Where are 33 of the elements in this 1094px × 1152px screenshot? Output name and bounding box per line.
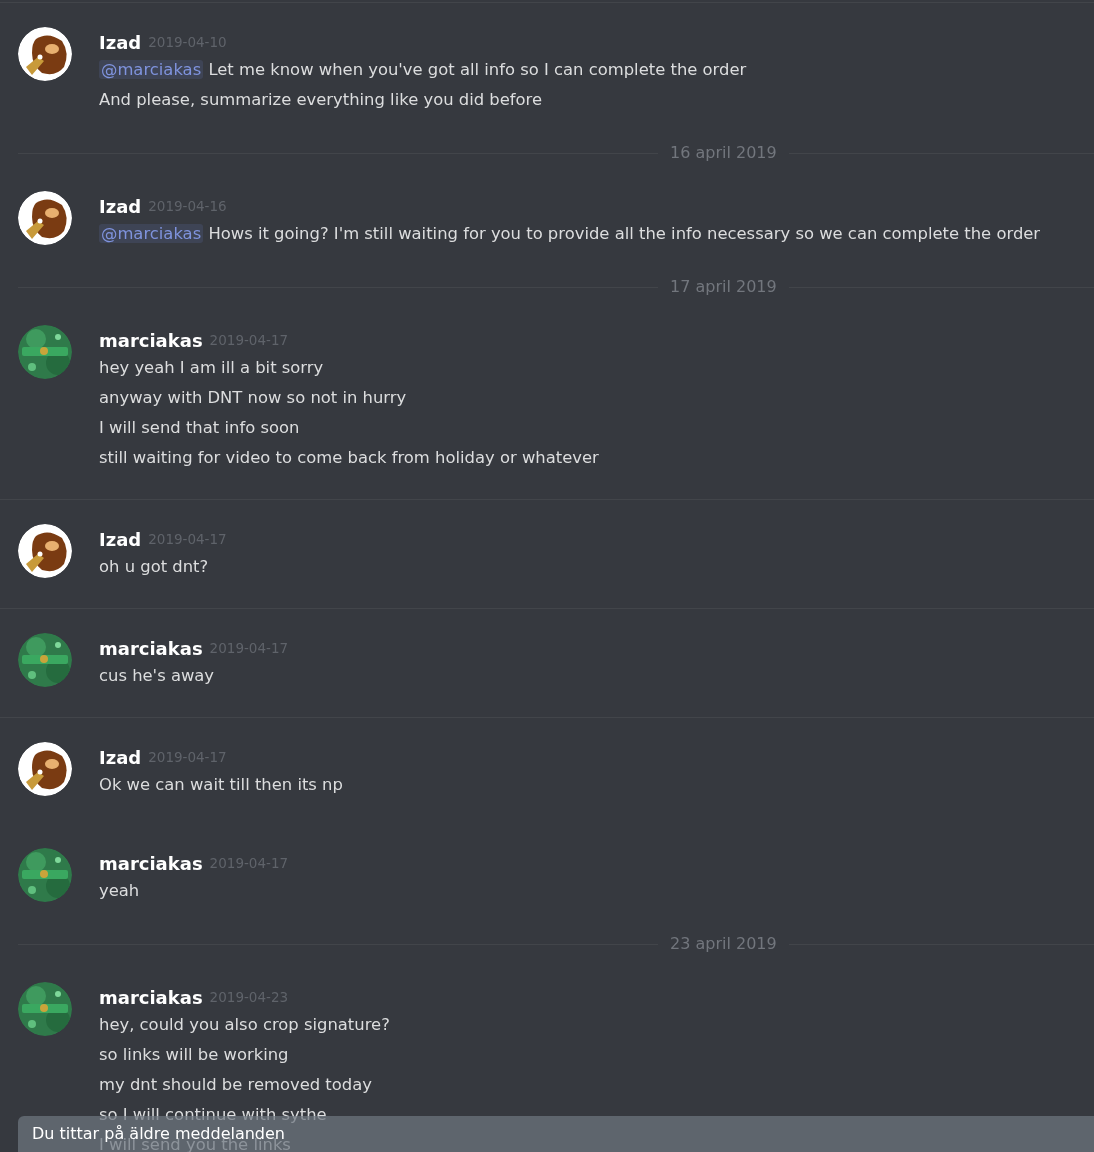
- avatar[interactable]: [18, 27, 72, 81]
- message-text: hey, could you also crop signature?: [99, 1015, 390, 1034]
- avatar[interactable]: [18, 742, 72, 796]
- message-text: my dnt should be removed today: [99, 1075, 372, 1094]
- avatar[interactable]: [18, 982, 72, 1036]
- message-text: oh u got dnt?: [99, 557, 209, 576]
- message-text: still waiting for video to come back from holiday or whatever: [99, 448, 599, 467]
- message-text: anyway with DNT now so not in hurry: [99, 388, 407, 407]
- message-text: so links will be working: [99, 1045, 289, 1064]
- avatar[interactable]: [18, 191, 72, 245]
- author-name[interactable]: marciakas: [99, 983, 203, 1011]
- date-divider-label: 16 april 2019: [669, 142, 778, 164]
- author-name[interactable]: Izad: [99, 28, 142, 56]
- message-text: Let me know when you've got all info so I can complete the order: [208, 60, 747, 79]
- message-text: yeah: [99, 881, 140, 900]
- message-text: Ok we can wait till then its np: [99, 775, 343, 794]
- author-name[interactable]: marciakas: [99, 849, 203, 877]
- date-divider-label: 23 april 2019: [669, 933, 778, 955]
- date-divider-label: 17 april 2019: [669, 276, 778, 298]
- avatar[interactable]: [18, 848, 72, 902]
- message-text: And please, summarize everything like you did before: [99, 90, 543, 109]
- avatar[interactable]: [18, 633, 72, 687]
- message-text: Hows it going? I'm still waiting for you to provide all the info necessary so we can complete the order: [208, 224, 1041, 243]
- author-name[interactable]: Izad: [99, 743, 142, 771]
- author-name[interactable]: marciakas: [99, 634, 203, 662]
- avatar[interactable]: [18, 325, 72, 379]
- message-text: I will send that info soon: [99, 418, 300, 437]
- avatar[interactable]: [18, 524, 72, 578]
- author-name[interactable]: Izad: [99, 525, 142, 553]
- message-text: hey yeah I am ill a bit sorry: [99, 358, 324, 377]
- author-name[interactable]: marciakas: [99, 326, 203, 354]
- author-name[interactable]: Izad: [99, 192, 142, 220]
- message-text: cus he's away: [99, 666, 215, 685]
